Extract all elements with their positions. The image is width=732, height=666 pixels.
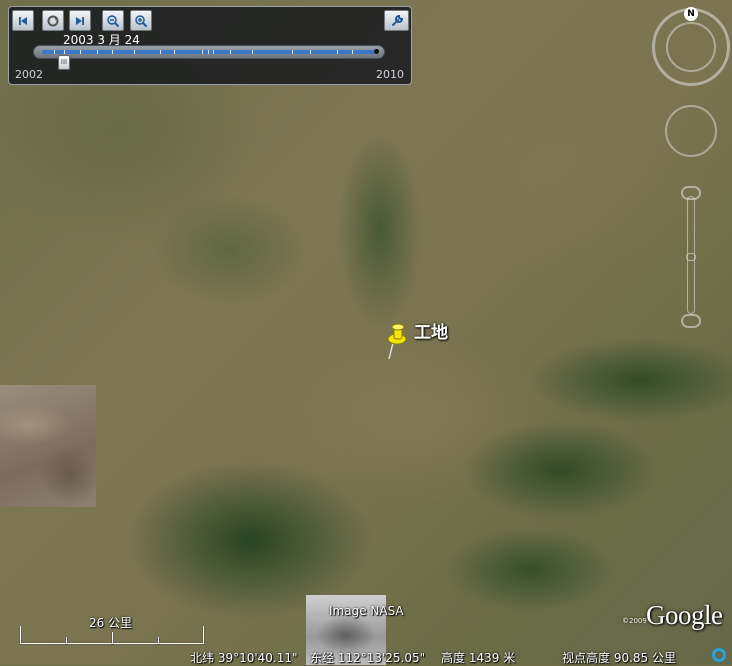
time-track-fill xyxy=(42,50,376,54)
zoom-out-cap[interactable] xyxy=(681,314,701,328)
imagery-date-tick xyxy=(64,50,65,54)
look-joystick[interactable] xyxy=(666,22,716,72)
copyright-text: ©2009 xyxy=(622,617,647,625)
imagery-date-tick xyxy=(352,50,353,54)
longitude-readout: 东经 112°13'25.05" xyxy=(310,651,426,665)
streaming-icon xyxy=(712,648,726,662)
imagery-date-tick xyxy=(80,50,81,54)
skip-forward-icon xyxy=(76,16,84,25)
imagery-date-tick xyxy=(213,50,214,54)
imagery-date-tick xyxy=(160,50,161,54)
imagery-credit: Image NASA xyxy=(329,604,404,618)
google-logo: Google xyxy=(646,600,723,630)
eye-altitude-readout: 视点高度 90.85 公里 xyxy=(562,651,676,665)
imagery-date-tick xyxy=(310,50,311,54)
play-tour-button[interactable] xyxy=(42,10,64,31)
skip-back-icon xyxy=(19,16,27,25)
north-indicator[interactable]: N xyxy=(684,7,698,21)
start-year: 2002 xyxy=(15,68,43,81)
zoom-in-time-button[interactable] xyxy=(130,10,152,31)
imagery-date-tick xyxy=(97,50,98,54)
scale-tick xyxy=(112,632,113,644)
zoom-knob[interactable] xyxy=(686,253,696,261)
historical-imagery-slider: 2003 3 月 24 III 2002 2010 xyxy=(8,6,412,85)
skip-back-button[interactable] xyxy=(12,10,34,31)
imagery-date-tick xyxy=(202,50,203,54)
skip-forward-button[interactable] xyxy=(69,10,91,31)
imagery-date-tick xyxy=(337,50,338,54)
zoom-slider[interactable] xyxy=(680,186,702,330)
imagery-date-tick xyxy=(230,50,231,54)
imagery-date-tick xyxy=(252,50,253,54)
pushpin-icon[interactable] xyxy=(380,321,410,361)
imagery-date-tick xyxy=(208,50,209,54)
status-bar: 北纬 39°10'40.11" 东经 112°13'25.05" 高度 1439… xyxy=(0,647,732,665)
imagery-date-tick xyxy=(174,50,175,54)
imagery-tile-left xyxy=(0,385,96,507)
scale-tick xyxy=(20,626,21,644)
compass-ring[interactable]: N xyxy=(652,7,730,86)
wrench-icon xyxy=(391,14,403,26)
latitude-readout: 北纬 39°10'40.11" xyxy=(190,651,298,665)
time-settings-button[interactable] xyxy=(384,10,409,31)
zoom-out-time-button[interactable] xyxy=(102,10,124,31)
imagery-date-tick xyxy=(292,50,293,54)
zoom-in-icon xyxy=(135,14,148,27)
satellite-map[interactable]: Image NASA 工地 xyxy=(0,0,732,665)
time-slider-thumb[interactable]: III xyxy=(58,55,70,70)
end-year: 2010 xyxy=(376,68,404,81)
move-joystick[interactable] xyxy=(665,105,717,157)
scale-tick xyxy=(158,637,159,644)
imagery-date-tick xyxy=(54,50,55,54)
imagery-date-tick xyxy=(112,50,113,54)
time-track[interactable] xyxy=(33,45,385,59)
scale-tick xyxy=(203,626,204,644)
zoom-out-icon xyxy=(107,14,120,27)
scale-tick xyxy=(66,637,67,644)
scale-bar xyxy=(20,626,204,644)
placemark-label[interactable]: 工地 xyxy=(414,318,448,343)
imagery-date-tick xyxy=(134,50,135,54)
track-end-marker xyxy=(374,49,379,54)
elevation-readout: 高度 1439 米 xyxy=(441,651,516,665)
tour-icon xyxy=(47,15,59,26)
